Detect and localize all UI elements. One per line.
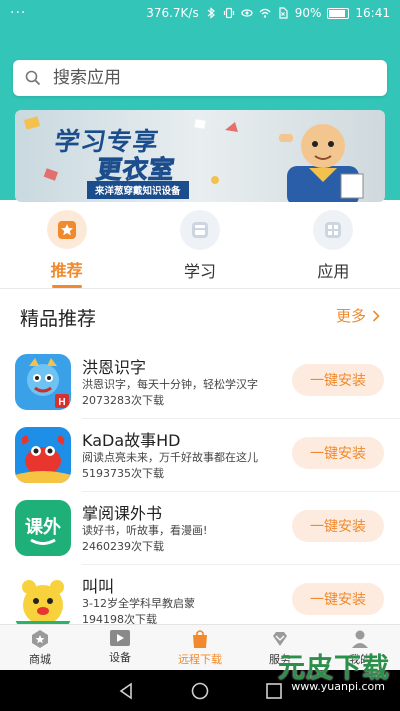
bluetooth-icon [207,7,215,19]
install-button[interactable]: 一键安装 [292,364,384,396]
nav-label: 设备 [109,651,131,664]
install-button[interactable]: 一键安装 [292,510,384,542]
app-downloads: 2073283次下载 [82,394,164,407]
app-name: 掌阅课外书 [82,504,163,523]
search-icon [25,70,41,86]
tab-label: 推荐 [50,261,83,281]
app-name: 洪恩识字 [82,358,147,377]
notification-dots: ··· [10,5,27,21]
more-link[interactable]: 更多 [336,305,380,326]
star-icon [57,220,76,239]
app-description: 洪恩识字，每天十分钟，轻松学汉字 [82,378,258,391]
app-description: 读好书，听故事，看漫画! [82,524,208,537]
tab-recommend[interactable]: 推荐 [0,210,133,288]
search-bar[interactable] [13,60,387,96]
nav-device[interactable]: 设备 [80,625,160,670]
book-icon [191,222,208,238]
battery-icon [327,7,350,19]
install-button[interactable]: 一键安装 [292,583,384,615]
row-divider [82,564,400,565]
category-tabs: 推荐 学习 应用 [0,210,400,288]
grid-icon [325,222,342,238]
tab-icon-bg [179,210,220,250]
promo-banner[interactable]: 学习专享 更衣室 来洋葱穿戴知识设备 [15,110,385,202]
app-description: 3-12岁全学科早教启蒙 [82,597,195,610]
tab-icon-bg [313,210,354,250]
search-input[interactable] [53,68,333,88]
tab-icon-bg [46,210,87,250]
network-speed: 376.7K/s [146,6,199,20]
chevron-right-icon [372,309,380,322]
eye-icon [241,9,253,17]
vibrate-icon [223,7,234,19]
nav-label: 远程下载 [178,653,222,666]
more-label: 更多 [335,307,366,325]
svg-text:课外: 课外 [25,516,61,538]
app-list-item[interactable]: KaDa故事HD 阅读点亮未来，万千好故事都在这儿 5193735次下载 一键安… [0,427,400,499]
nav-label: 商城 [29,653,51,666]
app-list-item[interactable]: 课外 掌阅课外书 读好书，听故事，看漫画! 2460239次下载 一键安装 [0,500,400,572]
row-divider [82,491,400,492]
store-icon [32,630,48,648]
wifi-icon [259,8,271,18]
home-icon[interactable] [191,682,209,700]
jiaojiao-app-icon [15,573,71,629]
battery-percent: 90% [294,6,322,20]
clock: 16:41 [355,6,390,20]
nav-remote-download[interactable]: 远程下载 [160,625,240,670]
watermark-url: www.yuanpi.com [291,680,385,693]
bag-icon [193,630,207,648]
section-divider [0,288,400,289]
section-title: 精品推荐 [20,308,97,330]
hongen-app-icon: H [15,354,71,410]
tab-apps[interactable]: 应用 [267,210,400,288]
device-icon [110,630,130,646]
app-downloads: 5193735次下载 [82,467,164,480]
app-downloads: 2460239次下载 [82,540,164,553]
tab-study[interactable]: 学习 [133,210,266,288]
app-name: 叫叫 [82,577,115,596]
row-divider [82,418,400,419]
tab-label: 应用 [317,262,350,281]
svg-text:H: H [58,397,65,408]
no-sim-icon [279,7,288,19]
install-button[interactable]: 一键安装 [292,437,384,469]
status-bar: ··· 376.7K/s 90% 16:41 [0,0,400,26]
app-name: KaDa故事HD [82,431,181,450]
app-list-item[interactable]: H 洪恩识字 洪恩识字，每天十分钟，轻松学汉字 2073283次下载 一键安装 [0,354,400,426]
back-icon[interactable] [117,681,135,700]
cartoon-character-illustration [279,124,364,202]
banner-subtitle: 来洋葱穿戴知识设备 [87,181,189,199]
tab-label: 学习 [183,262,216,281]
nav-store[interactable]: 商城 [0,625,80,670]
app-description: 阅读点亮未来，万千好故事都在这儿 [82,451,258,464]
kada-app-icon [15,427,71,483]
zhangyue-app-icon: 课外 [15,500,71,556]
